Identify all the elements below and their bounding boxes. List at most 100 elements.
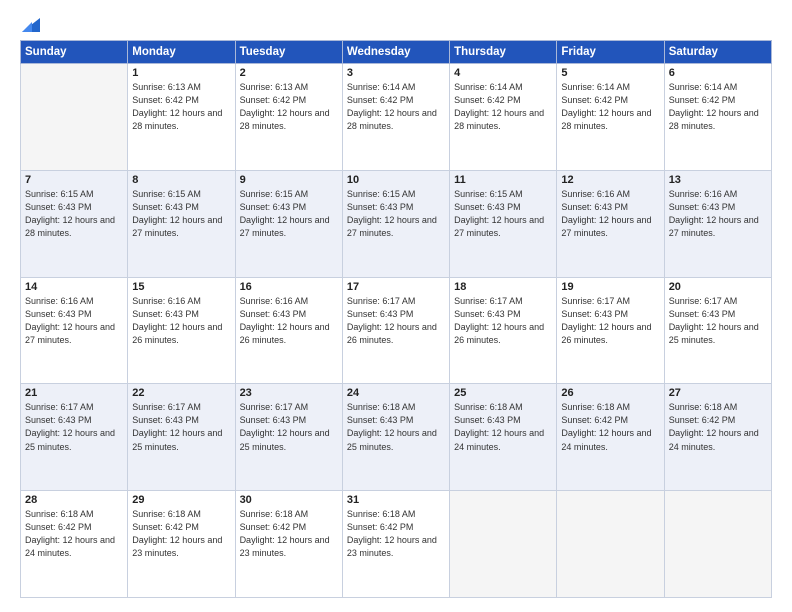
calendar-day-cell: 12Sunrise: 6:16 AMSunset: 6:43 PMDayligh…	[557, 170, 664, 277]
sunrise-text: Sunrise: 6:17 AM	[347, 296, 416, 306]
day-number: 29	[132, 494, 230, 506]
sunset-text: Sunset: 6:43 PM	[454, 202, 521, 212]
sunrise-text: Sunrise: 6:16 AM	[240, 296, 309, 306]
day-number: 24	[347, 387, 445, 399]
dow-header: Saturday	[664, 41, 771, 64]
sunset-text: Sunset: 6:43 PM	[561, 309, 628, 319]
calendar-day-cell: 1Sunrise: 6:13 AMSunset: 6:42 PMDaylight…	[128, 64, 235, 171]
logo	[20, 18, 40, 32]
daylight-text: Daylight: 12 hours and 25 minutes.	[132, 428, 222, 451]
sunset-text: Sunset: 6:42 PM	[669, 95, 736, 105]
sunrise-text: Sunrise: 6:15 AM	[240, 189, 309, 199]
daylight-text: Daylight: 12 hours and 27 minutes.	[132, 215, 222, 238]
day-info: Sunrise: 6:15 AMSunset: 6:43 PMDaylight:…	[240, 188, 338, 240]
sunset-text: Sunset: 6:43 PM	[132, 415, 199, 425]
day-number: 25	[454, 387, 552, 399]
sunrise-text: Sunrise: 6:13 AM	[240, 82, 309, 92]
sunset-text: Sunset: 6:42 PM	[669, 415, 736, 425]
logo-icon	[22, 18, 40, 32]
day-number: 6	[669, 67, 767, 79]
dow-header: Thursday	[450, 41, 557, 64]
sunrise-text: Sunrise: 6:17 AM	[669, 296, 738, 306]
sunset-text: Sunset: 6:43 PM	[240, 309, 307, 319]
sunrise-text: Sunrise: 6:18 AM	[240, 509, 309, 519]
calendar-week-row: 21Sunrise: 6:17 AMSunset: 6:43 PMDayligh…	[21, 384, 772, 491]
sunrise-text: Sunrise: 6:17 AM	[25, 402, 94, 412]
calendar-day-cell	[21, 64, 128, 171]
calendar-day-cell: 3Sunrise: 6:14 AMSunset: 6:42 PMDaylight…	[342, 64, 449, 171]
day-number: 3	[347, 67, 445, 79]
day-info: Sunrise: 6:16 AMSunset: 6:43 PMDaylight:…	[561, 188, 659, 240]
day-number: 28	[25, 494, 123, 506]
day-number: 4	[454, 67, 552, 79]
calendar-day-cell: 11Sunrise: 6:15 AMSunset: 6:43 PMDayligh…	[450, 170, 557, 277]
daylight-text: Daylight: 12 hours and 28 minutes.	[25, 215, 115, 238]
sunset-text: Sunset: 6:42 PM	[454, 95, 521, 105]
day-number: 27	[669, 387, 767, 399]
sunset-text: Sunset: 6:42 PM	[132, 95, 199, 105]
day-number: 2	[240, 67, 338, 79]
calendar-day-cell: 20Sunrise: 6:17 AMSunset: 6:43 PMDayligh…	[664, 277, 771, 384]
daylight-text: Daylight: 12 hours and 28 minutes.	[240, 108, 330, 131]
day-number: 30	[240, 494, 338, 506]
daylight-text: Daylight: 12 hours and 25 minutes.	[669, 322, 759, 345]
sunset-text: Sunset: 6:42 PM	[240, 95, 307, 105]
day-info: Sunrise: 6:16 AMSunset: 6:43 PMDaylight:…	[669, 188, 767, 240]
calendar-day-cell: 8Sunrise: 6:15 AMSunset: 6:43 PMDaylight…	[128, 170, 235, 277]
day-info: Sunrise: 6:18 AMSunset: 6:42 PMDaylight:…	[240, 508, 338, 560]
sunrise-text: Sunrise: 6:18 AM	[347, 402, 416, 412]
daylight-text: Daylight: 12 hours and 26 minutes.	[561, 322, 651, 345]
calendar-week-row: 14Sunrise: 6:16 AMSunset: 6:43 PMDayligh…	[21, 277, 772, 384]
day-info: Sunrise: 6:15 AMSunset: 6:43 PMDaylight:…	[347, 188, 445, 240]
day-number: 21	[25, 387, 123, 399]
page: SundayMondayTuesdayWednesdayThursdayFrid…	[0, 0, 792, 612]
day-info: Sunrise: 6:16 AM Sunset: 6:43 PM Daylight:…	[240, 295, 338, 347]
day-info: Sunrise: 6:15 AMSunset: 6:43 PMDaylight:…	[132, 188, 230, 240]
sunrise-text: Sunrise: 6:16 AM	[561, 189, 630, 199]
calendar-day-cell: 18Sunrise: 6:17 AMSunset: 6:43 PMDayligh…	[450, 277, 557, 384]
sunrise-text: Sunrise: 6:14 AM	[561, 82, 630, 92]
day-info: Sunrise: 6:18 AMSunset: 6:42 PMDaylight:…	[347, 508, 445, 560]
calendar-day-cell: 16 Sunrise: 6:16 AM Sunset: 6:43 PM Dayligh…	[235, 277, 342, 384]
day-number: 19	[561, 281, 659, 293]
day-info: Sunrise: 6:17 AMSunset: 6:43 PMDaylight:…	[347, 295, 445, 347]
daylight-text: Daylight: 12 hours and 25 minutes.	[347, 428, 437, 451]
sunset-text: Sunset: 6:43 PM	[347, 415, 414, 425]
daylight-text: Daylight: 12 hours and 23 minutes.	[347, 535, 437, 558]
daylight-text: Daylight: 12 hours and 27 minutes.	[240, 215, 330, 238]
daylight-text: Daylight: 12 hours and 28 minutes.	[132, 108, 222, 131]
day-info: Sunrise: 6:18 AMSunset: 6:42 PMDaylight:…	[561, 401, 659, 453]
sunset-text: Sunset: 6:42 PM	[132, 522, 199, 532]
sunrise-text: Sunrise: 6:14 AM	[669, 82, 738, 92]
daylight-text: Daylight: 12 hours and 24 minutes.	[561, 428, 651, 451]
day-info: Sunrise: 6:18 AMSunset: 6:42 PMDaylight:…	[132, 508, 230, 560]
day-number: 16	[240, 281, 338, 293]
daylight-text: Daylight: 12 hours and 27 minutes.	[25, 322, 115, 345]
daylight-text: Daylight: 12 hours and 27 minutes.	[347, 215, 437, 238]
sunset-text: Sunset: 6:42 PM	[347, 95, 414, 105]
sunset-text: Sunset: 6:43 PM	[347, 202, 414, 212]
day-info: Sunrise: 6:14 AMSunset: 6:42 PMDaylight:…	[561, 81, 659, 133]
daylight-text: Daylight: 12 hours and 24 minutes.	[454, 428, 544, 451]
calendar-day-cell: 29Sunrise: 6:18 AMSunset: 6:42 PMDayligh…	[128, 491, 235, 598]
sunrise-text: Sunrise: 6:18 AM	[132, 509, 201, 519]
calendar-day-cell: 28Sunrise: 6:18 AMSunset: 6:42 PMDayligh…	[21, 491, 128, 598]
daylight-text: Daylight: 12 hours and 27 minutes.	[561, 215, 651, 238]
sunrise-text: Sunrise: 6:15 AM	[132, 189, 201, 199]
dow-header: Sunday	[21, 41, 128, 64]
sunrise-text: Sunrise: 6:13 AM	[132, 82, 201, 92]
sunset-text: Sunset: 6:43 PM	[25, 202, 92, 212]
calendar-day-cell: 25Sunrise: 6:18 AMSunset: 6:43 PMDayligh…	[450, 384, 557, 491]
day-info: Sunrise: 6:17 AMSunset: 6:43 PMDaylight:…	[240, 401, 338, 453]
day-number: 17	[347, 281, 445, 293]
sunset-text: Sunset: 6:43 PM	[25, 309, 92, 319]
sunrise-text: Sunrise: 6:17 AM	[240, 402, 309, 412]
day-number: 9	[240, 174, 338, 186]
daylight-text: Daylight: 12 hours and 26 minutes.	[240, 322, 330, 345]
calendar-day-cell: 13Sunrise: 6:16 AMSunset: 6:43 PMDayligh…	[664, 170, 771, 277]
daylight-text: Daylight: 12 hours and 23 minutes.	[240, 535, 330, 558]
day-number: 5	[561, 67, 659, 79]
sunrise-text: Sunrise: 6:18 AM	[669, 402, 738, 412]
daylight-text: Daylight: 12 hours and 26 minutes.	[454, 322, 544, 345]
sunset-text: Sunset: 6:43 PM	[25, 415, 92, 425]
